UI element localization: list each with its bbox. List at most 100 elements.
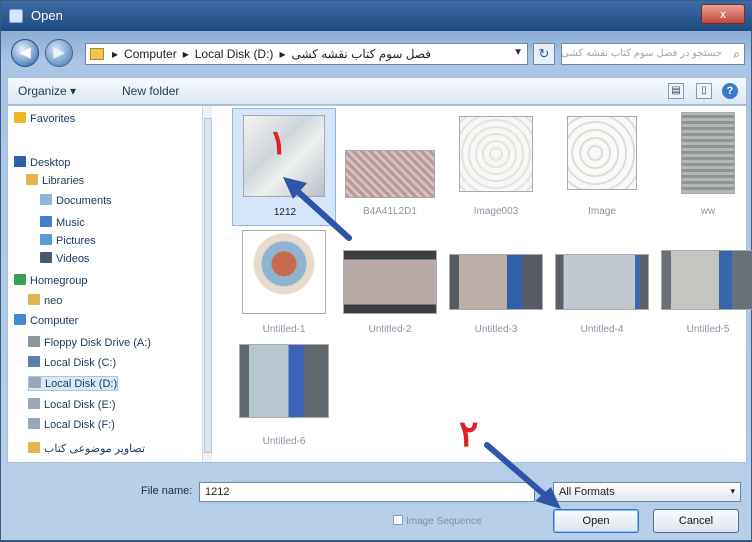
file-name-label: Untitled-2 — [368, 324, 412, 335]
back-button[interactable]: ◀ — [11, 39, 39, 67]
sidebar-item-label: neo — [44, 295, 63, 307]
navigation-pane: Favorites Desktop Libraries Documents Music P… — [8, 106, 200, 462]
change-view-icon[interactable]: ▤ — [668, 83, 684, 99]
new-folder-button[interactable]: New folder — [122, 84, 179, 98]
folder-icon — [90, 48, 104, 60]
navigation-bar: ◀ ▶ ▸ Computer ▸ Local Disk (D:) ▸ فصل س… — [1, 31, 752, 75]
image-sequence-label: Image Sequence — [406, 516, 482, 527]
app-icon — [9, 9, 23, 23]
sidebar-item-13[interactable]: Local Disk (E:) — [28, 398, 116, 411]
sidebar-item-3[interactable]: Documents — [40, 194, 112, 207]
scrollbar-thumb[interactable] — [204, 118, 212, 453]
search-input[interactable]: جستجو در فصل سوم کتاب نقشه کشی ⌕ — [561, 43, 745, 65]
sidebar-item-9[interactable]: Computer — [14, 314, 78, 327]
sidebar-item-label: Favorites — [30, 113, 76, 125]
step-2-annotation: ۲ — [459, 413, 479, 455]
file-name-label: B4A41L2D1 — [363, 206, 417, 217]
breadcrumb-separator: ▸ — [279, 47, 286, 61]
file-name-label: ww — [700, 206, 716, 217]
file-tile[interactable]: Untitled-3 — [444, 226, 548, 344]
sidebar-item-6[interactable]: Videos — [40, 252, 89, 265]
sidebar-item-4[interactable]: Music — [40, 216, 85, 229]
file-type-value: All Formats — [559, 486, 615, 498]
sidebar-item-12[interactable]: Local Disk (D:) — [28, 376, 119, 391]
file-name-label: File name: — [141, 485, 193, 497]
image-thumbnail — [555, 254, 649, 310]
sidebar-item-label: Local Disk (C:) — [44, 357, 117, 369]
sidebar-item-14[interactable]: Local Disk (F:) — [28, 418, 115, 431]
sidebar-item-label: Floppy Disk Drive (A:) — [44, 337, 151, 349]
sidebar-item-8[interactable]: neo — [28, 294, 62, 307]
breadcrumb-local-disk-d[interactable]: Local Disk (D:) — [195, 47, 274, 61]
pictures-icon — [40, 234, 52, 245]
sidebar-item-label: Libraries — [42, 175, 85, 187]
drive-icon — [28, 398, 40, 409]
sidebar-item-10[interactable]: Floppy Disk Drive (A:) — [28, 336, 151, 349]
window-title: Open — [31, 8, 63, 23]
file-tile[interactable]: Untitled-5 — [656, 226, 752, 344]
image-thumbnail — [345, 150, 435, 198]
sidebar-item-label: Videos — [56, 253, 90, 265]
file-tile[interactable]: Untitled-4 — [550, 226, 654, 344]
close-button[interactable]: x — [701, 4, 745, 24]
image-thumbnail — [242, 230, 326, 314]
file-name-label: Untitled-4 — [580, 324, 624, 335]
search-placeholder: جستجو در فصل سوم کتاب نقشه کشی — [561, 48, 722, 59]
videos-icon — [40, 252, 52, 263]
file-name-label: 1212 — [273, 207, 297, 218]
sidebar-item-label: Homegroup — [30, 275, 88, 287]
file-list: 1212 ۱ B4A41L2D1 Image003 Image ww Untitled-1 U… — [214, 106, 752, 462]
image-sequence-option[interactable]: Image Sequence — [393, 515, 482, 527]
breadcrumb-separator: ▸ — [112, 47, 119, 61]
file-tile[interactable]: Image — [550, 108, 654, 226]
step-1-annotation: ۱ — [269, 123, 288, 163]
sidebar-item-0[interactable]: Favorites — [14, 112, 75, 125]
libraries-icon — [26, 174, 38, 185]
file-tile[interactable]: Untitled-2 — [338, 226, 442, 344]
navigation-scrollbar[interactable] — [202, 106, 212, 462]
desktop-icon — [14, 156, 26, 167]
organize-menu[interactable]: Organize ▾ — [18, 84, 76, 98]
file-name-label: Image003 — [473, 206, 519, 217]
address-dropdown-icon[interactable]: ▼ — [513, 47, 523, 58]
cancel-button[interactable]: Cancel — [653, 509, 739, 533]
help-icon[interactable]: ? — [722, 83, 738, 99]
image-thumbnail — [681, 112, 735, 194]
file-tile[interactable]: Image003 — [444, 108, 548, 226]
file-tile[interactable]: 1212 ۱ — [232, 108, 336, 226]
sidebar-item-label: Pictures — [56, 235, 96, 247]
image-thumbnail — [459, 116, 533, 192]
file-name-label: Untitled-3 — [474, 324, 518, 335]
floppy-icon — [28, 336, 40, 347]
sidebar-item-11[interactable]: Local Disk (C:) — [28, 356, 116, 369]
star-icon — [14, 112, 26, 123]
preview-pane-icon[interactable]: ▯ — [696, 83, 712, 99]
file-type-select[interactable]: All Formats ▾ — [553, 482, 741, 502]
search-icon: ⌕ — [733, 47, 740, 61]
sidebar-item-2[interactable]: Libraries — [26, 174, 84, 187]
open-button[interactable]: Open — [553, 509, 639, 533]
file-tile[interactable]: Untitled-1 — [232, 226, 336, 344]
file-tile[interactable]: B4A41L2D1 — [338, 108, 442, 226]
sidebar-item-1[interactable]: Desktop — [14, 156, 70, 169]
browser-pane: Favorites Desktop Libraries Documents Music P… — [7, 105, 752, 463]
folder-icon — [28, 442, 40, 453]
image-sequence-checkbox[interactable] — [393, 515, 403, 525]
sidebar-item-5[interactable]: Pictures — [40, 234, 96, 247]
sidebar-item-7[interactable]: Homegroup — [14, 274, 87, 287]
forward-button[interactable]: ▶ — [45, 39, 73, 67]
file-name-label: Untitled-6 — [262, 436, 306, 447]
sidebar-item-label: Desktop — [30, 157, 71, 169]
sidebar-item-label: Local Disk (F:) — [44, 419, 115, 431]
file-name-label: Image — [588, 206, 616, 217]
sidebar-item-label: تصاویر موضوعی کتاب — [44, 443, 146, 455]
refresh-button[interactable]: ↻ — [533, 43, 555, 65]
breadcrumb-computer[interactable]: Computer — [124, 47, 177, 61]
file-tile[interactable]: ww — [656, 108, 752, 226]
file-name-input[interactable]: 1212 — [199, 482, 535, 502]
address-bar[interactable]: ▸ Computer ▸ Local Disk (D:) ▸ فصل سوم ک… — [85, 43, 528, 65]
breadcrumb-current-folder[interactable]: فصل سوم کتاب نقشه کشی — [291, 47, 431, 61]
sidebar-item-15[interactable]: تصاویر موضوعی کتاب — [28, 442, 145, 455]
open-dialog: Open x ◀ ▶ ▸ Computer ▸ Local Disk (D:) … — [0, 0, 752, 541]
file-tile[interactable]: Untitled-6 — [232, 340, 336, 458]
